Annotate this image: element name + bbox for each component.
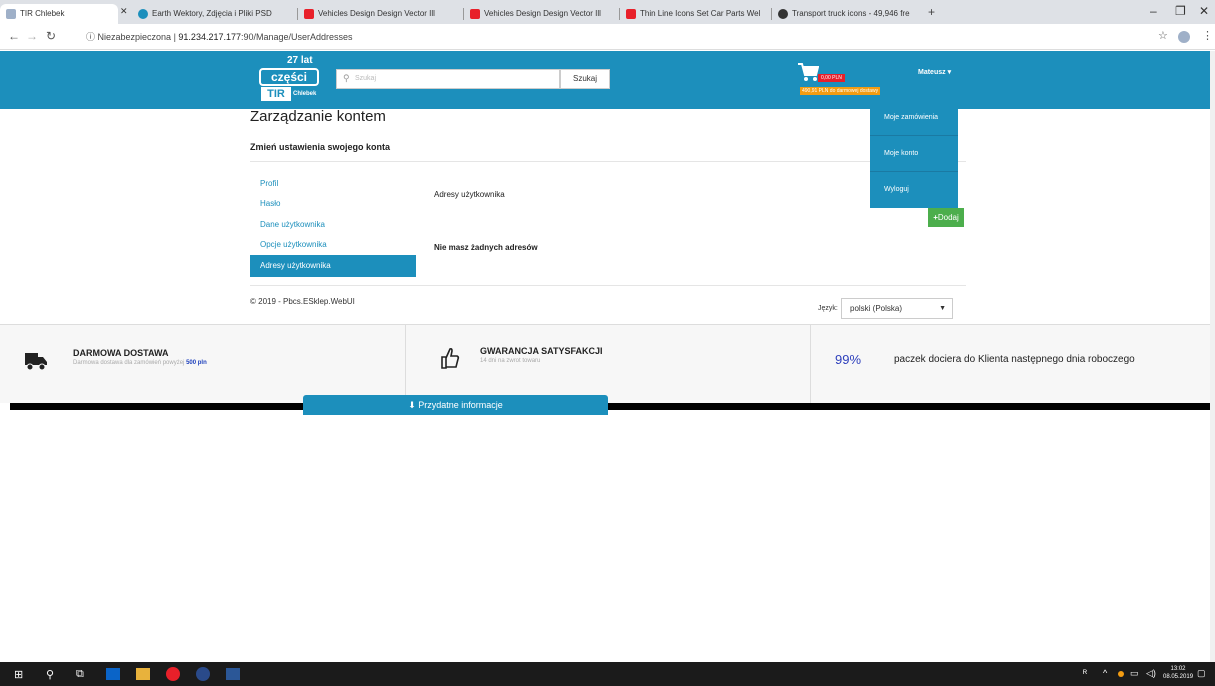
chrome-icon[interactable] [166,667,180,681]
forward-icon[interactable]: → [26,29,38,43]
windows-start-icon[interactable]: ⊞ [14,668,23,681]
network-icon[interactable]: ▭ [1130,668,1139,679]
divider [250,161,966,162]
address-bar: ← → ↻ ⓘ Niezabezpieczona | 91.234.217.17… [0,24,1215,50]
maximize-icon[interactable]: ❐ [1175,4,1186,18]
people-icon[interactable]: ᴿ [1083,668,1087,678]
reload-icon[interactable]: ↻ [46,29,56,43]
close-tab-icon[interactable]: ✕ [120,6,128,17]
language-label: Język: [818,305,838,312]
page-subtitle: Zmień ustawienia swojego konta [250,142,391,152]
task-view-icon[interactable]: ⧉ [76,668,84,681]
bookmark-star-icon[interactable]: ☆ [1158,29,1168,42]
language-select[interactable]: polski (Polska) ▼ [841,298,953,319]
delivery-title: DARMOWA DOSTAWA [73,348,169,358]
caret-down-icon: ▾ [947,69,952,76]
guarantee-subtitle: 14 dni na zwrot towaru [480,358,541,364]
thumbs-up-icon [441,347,460,369]
outlook-icon[interactable] [106,668,120,680]
copyright: © 2019 - Pbcs.ESklep.WebUI [250,297,355,306]
percent-stat: 99% [835,352,862,367]
cart-price-badge: 0,00 PLN [818,74,845,82]
sidebar-item-profile[interactable]: Profil [250,173,416,195]
sidebar-item-user-options[interactable]: Opcje użytkownika [250,234,416,256]
content-title: Adresy użytkownika [434,190,505,199]
vector-site-icon [470,9,480,19]
divider [250,285,966,286]
tab-vehicles-2[interactable]: Vehicles Design Design Vector Ill [464,4,614,24]
chevron-up-icon[interactable]: ^ [1103,668,1107,678]
minimize-icon[interactable]: – [1150,4,1157,18]
file-explorer-icon[interactable] [136,668,150,680]
page-title: Zarządzanie kontem [250,108,386,125]
close-window-icon[interactable]: ✕ [1199,4,1209,18]
vector-site-icon [304,9,314,19]
empty-message: Nie masz żadnych adresów [434,243,538,252]
percent-text: paczek dociera do Klienta następnego dni… [894,354,1135,365]
free-delivery-badge: 490,91 PLN do darmowej dostawy [800,87,881,95]
tab-earth[interactable]: Earth Wektory, Zdjęcia i Pliki PSD [132,4,292,24]
search-icon: ⚲ [343,73,350,83]
search-button[interactable]: Szukaj [560,69,610,89]
globe-icon [138,9,148,19]
info-icon: ⓘ [86,32,98,42]
user-dropdown-menu: Moje zamówienia Moje konto Wyloguj [870,100,958,208]
vector-site-icon [626,9,636,19]
menu-icon[interactable]: ⋮ [1202,29,1213,42]
sidebar-item-password[interactable]: Hasło [250,193,416,215]
word-icon[interactable] [226,668,240,680]
windows-taskbar: ⊞ ⚲ ⧉ ᴿ ^ ▭ ◁) ▢ [0,662,1215,686]
divider [405,324,406,403]
menu-item-logout[interactable]: Wyloguj [870,172,958,208]
search-input[interactable]: ⚲ Szukaj [336,69,560,89]
truck-site-icon [778,9,788,19]
tab-thin-line[interactable]: Thin Line Icons Set Car Parts Wel [620,4,770,24]
tab-vehicles-1[interactable]: Vehicles Design Design Vector Ill [298,4,458,24]
cart-icon[interactable] [797,62,819,82]
divider [810,324,811,403]
url-field[interactable]: ⓘ Niezabezpieczona | 91.234.217.177:90/M… [86,30,353,43]
browser-tab-bar: TIR Chlebek ✕ Earth Wektory, Zdjęcia i P… [0,0,1215,24]
taskbar-clock[interactable]: 13:02 08.05.2019 [1163,665,1193,681]
profile-icon[interactable] [1178,31,1190,43]
tab-tir-chlebek[interactable]: TIR Chlebek [0,4,118,24]
action-center-icon[interactable]: ▢ [1197,668,1206,679]
footer-bar [10,403,1213,410]
volume-icon[interactable]: ◁) [1146,668,1156,679]
delivery-subtitle: Darmowa dostawa dla zamówień powyżej 500… [73,360,207,366]
page-icon [6,9,16,19]
user-menu-toggle[interactable]: Mateusz ▾ [918,68,951,76]
tab-transport[interactable]: Transport truck icons - 49,946 fre [772,4,922,24]
sidebar-item-user-addresses[interactable]: Adresy użytkownika [250,255,416,277]
menu-item-my-account[interactable]: Moje konto [870,136,958,172]
menu-item-my-orders[interactable]: Moje zamówienia [870,100,958,136]
back-icon[interactable]: ← [8,29,20,43]
site-logo[interactable]: 27 lat części TIR Chlebek [257,55,322,102]
truck-icon [25,353,47,371]
chevron-down-icon: ▼ [939,305,946,312]
chevron-down-circle-icon: ⬇ [408,400,419,410]
scrollbar[interactable] [1210,51,1215,662]
app-icon[interactable] [196,667,210,681]
new-tab-button[interactable]: + [928,5,935,19]
sidebar-item-user-data[interactable]: Dane użytkownika [250,214,416,236]
add-address-button[interactable]: +Dodaj [928,208,964,227]
guarantee-title: GWARANCJA SATYSFAKCJI [480,346,603,356]
search-icon[interactable]: ⚲ [46,668,54,681]
useful-info-button[interactable]: ⬇ Przydatne informacje [303,395,608,415]
notification-dot-icon [1118,671,1124,677]
